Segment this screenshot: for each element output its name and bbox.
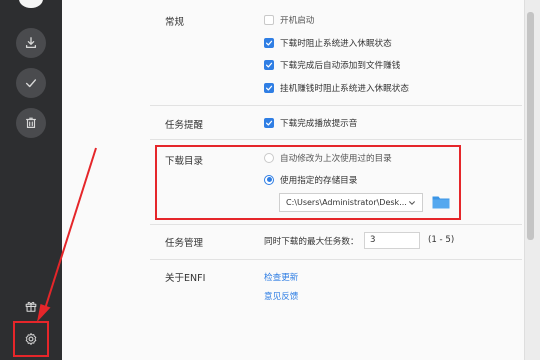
section-task-manage-label: 任务管理 — [165, 238, 204, 249]
divider — [150, 139, 522, 140]
option-play-sound[interactable]: 下载完成播放提示音 — [264, 116, 357, 129]
option-auto-add-earn-label: 下载完成后自动添加到文件赚钱 — [280, 60, 401, 71]
option-prevent-sleep-idle-label: 挂机赚钱时阻止系统进入休眠状态 — [280, 83, 409, 94]
check-icon — [25, 79, 37, 88]
gift-icon — [25, 301, 37, 312]
divider — [150, 224, 522, 225]
settings-button[interactable] — [13, 321, 49, 357]
annotation-highlight-box — [155, 145, 461, 220]
check-mark-icon — [266, 85, 273, 91]
option-autostart[interactable]: 开机启动 — [264, 13, 314, 26]
checkbox-prevent-sleep-idle[interactable] — [264, 82, 274, 93]
section-task-reminder-label: 任务提醒 — [165, 120, 204, 131]
max-tasks-label: 同时下载的最大任务数： — [264, 236, 359, 247]
check-mark-icon — [266, 40, 273, 46]
option-prevent-sleep-download[interactable]: 下载时阻止系统进入休眠状态 — [264, 36, 392, 49]
check-mark-icon — [266, 120, 273, 126]
trash-icon — [26, 117, 36, 128]
sidebar-item-downloading[interactable] — [16, 28, 46, 58]
checkbox-play-sound[interactable] — [264, 117, 274, 128]
option-prevent-sleep-idle[interactable]: 挂机赚钱时阻止系统进入休眠状态 — [264, 81, 409, 94]
check-mark-icon — [266, 62, 273, 68]
gift-button[interactable] — [24, 299, 38, 316]
scrollbar-thumb[interactable] — [527, 12, 534, 240]
sidebar — [0, 0, 62, 360]
option-prevent-sleep-download-label: 下载时阻止系统进入休眠状态 — [280, 38, 392, 49]
download-icon — [25, 37, 37, 49]
max-tasks-input[interactable]: 3 — [364, 232, 420, 249]
divider — [150, 105, 522, 106]
section-about-label: 关于ENFI — [165, 273, 206, 284]
max-tasks-range: (1 - 5) — [428, 235, 455, 245]
sidebar-item-completed[interactable] — [16, 68, 46, 98]
checkbox-autostart[interactable] — [264, 14, 274, 25]
section-general-label: 常规 — [165, 17, 185, 28]
option-autostart-label: 开机启动 — [280, 15, 315, 26]
checkbox-prevent-sleep-download[interactable] — [264, 37, 274, 48]
option-auto-add-earn[interactable]: 下载完成后自动添加到文件赚钱 — [264, 58, 400, 71]
divider — [150, 259, 522, 260]
app-logo — [19, 0, 43, 8]
max-tasks-row: 同时下载的最大任务数： — [264, 234, 359, 247]
check-update-link[interactable]: 检查更新 — [264, 271, 298, 283]
checkbox-auto-add-earn[interactable] — [264, 59, 274, 70]
gear-icon — [25, 333, 37, 345]
feedback-link[interactable]: 意见反馈 — [264, 290, 298, 302]
option-play-sound-label: 下载完成播放提示音 — [280, 118, 358, 129]
sidebar-item-trash[interactable] — [16, 108, 46, 138]
